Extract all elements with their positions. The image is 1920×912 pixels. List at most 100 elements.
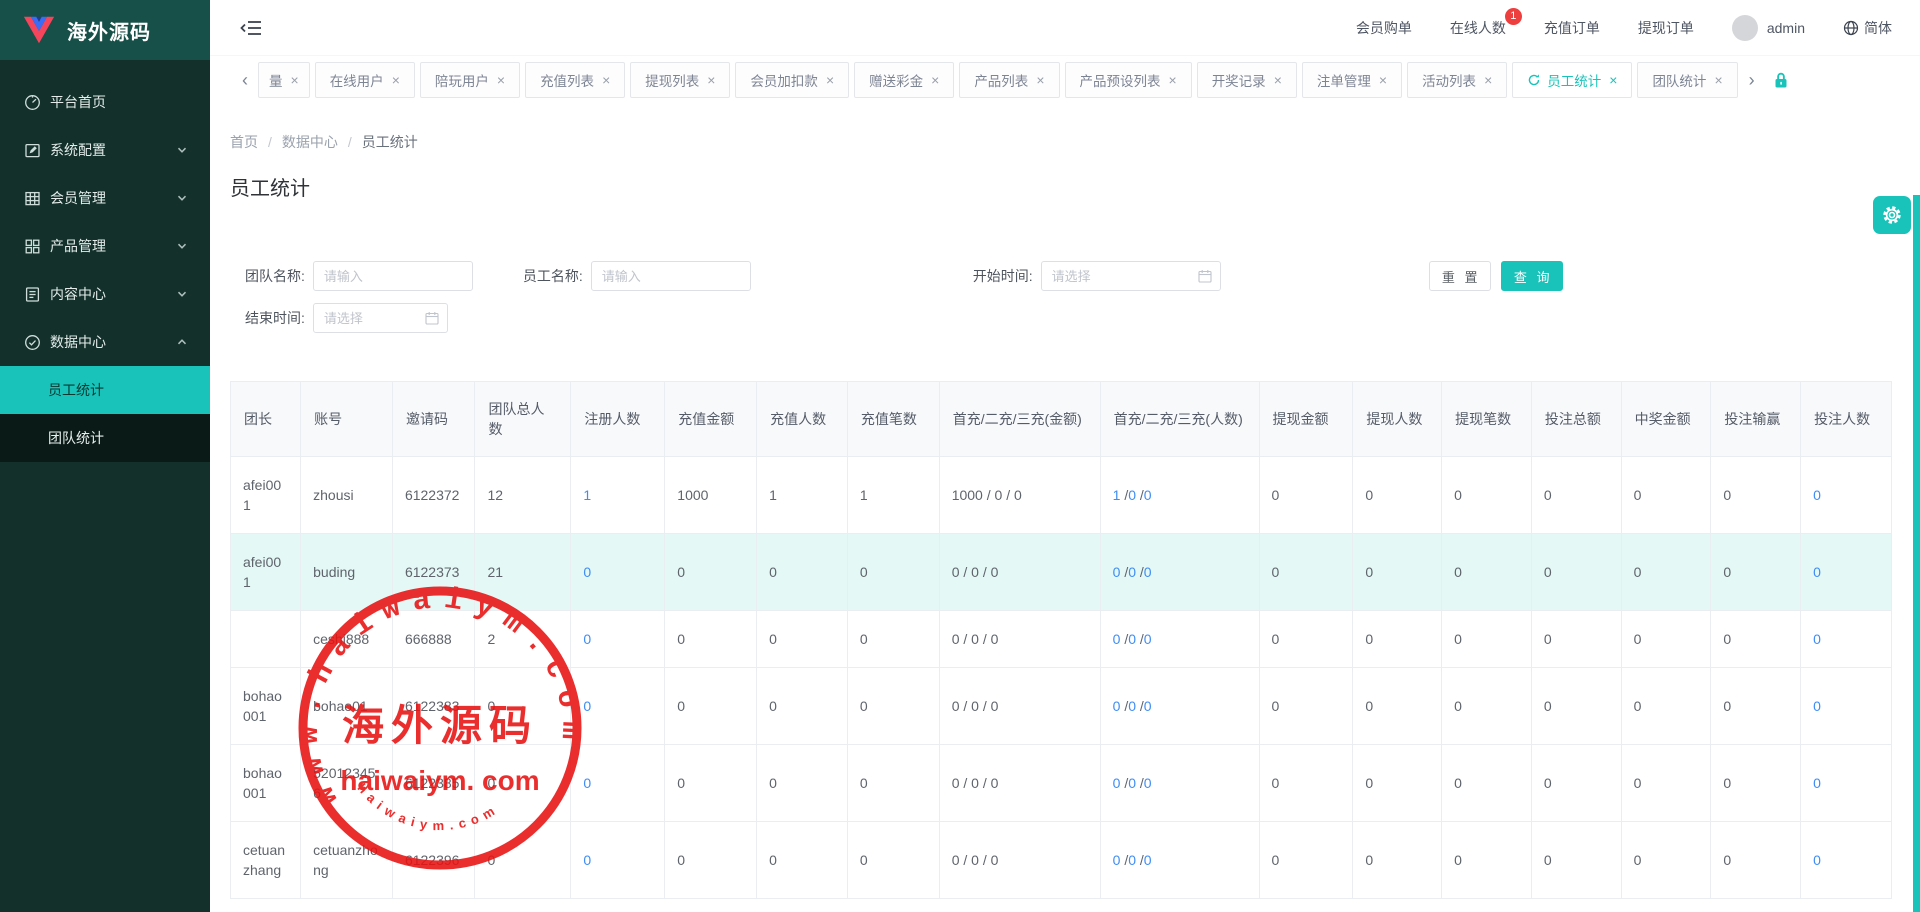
count-link[interactable]: 0 (1128, 631, 1136, 647)
count-link[interactable]: 0 (1144, 852, 1152, 868)
close-icon[interactable]: × (931, 73, 939, 87)
breadcrumb-item-1[interactable]: 首页 (230, 132, 258, 152)
close-icon[interactable]: × (826, 73, 834, 87)
tab-2[interactable]: 在线用户× (315, 62, 415, 98)
tabs-scroll-left-icon[interactable]: ‹ (236, 70, 254, 91)
tab-12[interactable]: 活动列表× (1407, 62, 1507, 98)
tab-7[interactable]: 赠送彩金× (854, 62, 954, 98)
cell[interactable]: 0 /0 /0 (1100, 822, 1259, 899)
count-link[interactable]: 0 (583, 852, 591, 868)
cell[interactable]: 0 /0 /0 (1100, 611, 1259, 668)
start-time-input[interactable] (1041, 261, 1221, 291)
cell[interactable]: 0 (571, 668, 665, 745)
close-icon[interactable]: × (1609, 73, 1617, 87)
count-link[interactable]: 0 (583, 631, 591, 647)
logo[interactable]: 海外源码 (0, 0, 210, 60)
sidebar-item-6[interactable]: 数据中心 (0, 318, 210, 366)
sidebar-item-5[interactable]: 内容中心 (0, 270, 210, 318)
tab-9[interactable]: 产品预设列表× (1065, 62, 1192, 98)
count-link[interactable]: 0 (1128, 698, 1136, 714)
cell[interactable]: 1 /0 /0 (1100, 457, 1259, 534)
cell[interactable]: 0 (571, 822, 665, 899)
header-link-1[interactable]: 会员购单 (1356, 18, 1412, 38)
count-link[interactable]: 0 (1144, 698, 1152, 714)
count-link[interactable]: 0 (583, 698, 591, 714)
count-link[interactable]: 0 (1813, 631, 1821, 647)
refresh-icon[interactable] (1527, 73, 1541, 87)
close-icon[interactable]: × (1379, 73, 1387, 87)
tab-3[interactable]: 陪玩用户× (420, 62, 520, 98)
cell[interactable]: 0 /0 /0 (1100, 668, 1259, 745)
sidebar-subitem-2[interactable]: 团队统计 (0, 414, 210, 462)
settings-gear-button[interactable] (1873, 196, 1911, 234)
end-time-input[interactable] (313, 303, 448, 333)
header-link-4[interactable]: 提现订单 (1638, 18, 1694, 38)
count-link[interactable]: 0 (1813, 487, 1821, 503)
header-link-3[interactable]: 充值订单 (1544, 18, 1600, 38)
employee-name-input[interactable] (591, 261, 751, 291)
tab-6[interactable]: 会员加扣款× (735, 62, 849, 98)
sidebar-item-4[interactable]: 产品管理 (0, 222, 210, 270)
tab-4[interactable]: 充值列表× (525, 62, 625, 98)
tabs-scroll-right-icon[interactable]: › (1743, 70, 1761, 91)
breadcrumb-item-2[interactable]: 数据中心 (282, 132, 338, 152)
count-link[interactable]: 0 (1144, 631, 1152, 647)
lock-icon[interactable] (1771, 70, 1791, 90)
count-link[interactable]: 0 (1144, 564, 1152, 580)
cell[interactable]: 0 (1801, 534, 1892, 611)
close-icon[interactable]: × (1036, 73, 1044, 87)
count-link[interactable]: 0 (1144, 487, 1152, 503)
count-link[interactable]: 0 (1813, 564, 1821, 580)
count-link[interactable]: 0 (1128, 487, 1136, 503)
header-link-2[interactable]: 在线人数1 (1450, 18, 1506, 38)
count-link[interactable]: 0 (1144, 775, 1152, 791)
close-icon[interactable]: × (1169, 73, 1177, 87)
close-icon[interactable]: × (707, 73, 715, 87)
cell[interactable]: 0 (571, 611, 665, 668)
close-icon[interactable]: × (1484, 73, 1492, 87)
cell[interactable]: 0 /0 /0 (1100, 534, 1259, 611)
team-name-input[interactable] (313, 261, 473, 291)
count-link[interactable]: 0 (583, 564, 591, 580)
cell[interactable]: 0 /0 /0 (1100, 745, 1259, 822)
count-link[interactable]: 0 (1813, 852, 1821, 868)
tab-8[interactable]: 产品列表× (959, 62, 1059, 98)
tab-14[interactable]: 团队统计× (1637, 62, 1737, 98)
sidebar-item-2[interactable]: 系统配置 (0, 126, 210, 174)
count-link[interactable]: 0 (1128, 775, 1136, 791)
user-menu[interactable]: admin (1732, 15, 1805, 41)
reset-button[interactable]: 重 置 (1429, 261, 1491, 291)
cell[interactable]: 0 (1801, 822, 1892, 899)
close-icon[interactable]: × (497, 73, 505, 87)
language-switch[interactable]: 简体 (1843, 18, 1892, 38)
count-link[interactable]: 0 (1813, 775, 1821, 791)
tab-10[interactable]: 开奖记录× (1197, 62, 1297, 98)
close-icon[interactable]: × (291, 73, 299, 87)
close-icon[interactable]: × (392, 73, 400, 87)
tab-11[interactable]: 注单管理× (1302, 62, 1402, 98)
query-button[interactable]: 查 询 (1501, 261, 1563, 291)
cell[interactable]: 0 (571, 745, 665, 822)
cell[interactable]: 0 (571, 534, 665, 611)
close-icon[interactable]: × (1714, 73, 1722, 87)
close-icon[interactable]: × (602, 73, 610, 87)
cell[interactable]: 1 (571, 457, 665, 534)
count-link[interactable]: 0 (1813, 698, 1821, 714)
collapse-menu-icon[interactable] (240, 18, 262, 38)
sidebar-subitem-1[interactable]: 员工统计 (0, 366, 210, 414)
count-link[interactable]: 0 (1128, 564, 1136, 580)
sidebar-item-3[interactable]: 会员管理 (0, 174, 210, 222)
count-link[interactable]: 1 (583, 487, 591, 503)
tab-5[interactable]: 提现列表× (630, 62, 730, 98)
tab-1[interactable]: 量× (258, 62, 310, 98)
tab-13[interactable]: 员工统计× (1512, 62, 1632, 98)
cell[interactable]: 0 (1801, 745, 1892, 822)
cell[interactable]: 0 (1801, 611, 1892, 668)
count-link[interactable]: 0 (583, 775, 591, 791)
sidebar-item-1[interactable]: 平台首页 (0, 78, 210, 126)
close-icon[interactable]: × (1274, 73, 1282, 87)
cell[interactable]: 0 (1801, 457, 1892, 534)
count-link[interactable]: 0 (1128, 852, 1136, 868)
cell[interactable]: 0 (1801, 668, 1892, 745)
settings-drawer-edge[interactable] (1913, 195, 1920, 912)
